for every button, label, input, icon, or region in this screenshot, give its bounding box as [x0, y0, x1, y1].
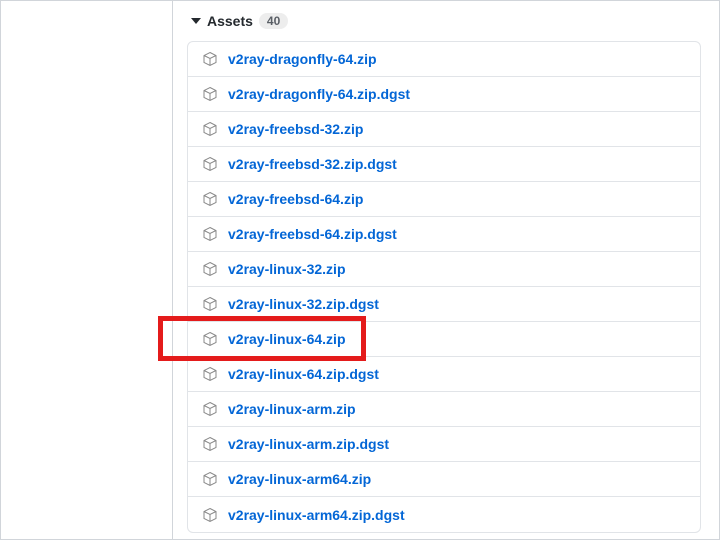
package-icon	[202, 366, 218, 382]
asset-row: v2ray-linux-arm64.zip.dgst	[188, 497, 700, 532]
asset-link[interactable]: v2ray-freebsd-32.zip	[228, 121, 363, 137]
asset-row: v2ray-linux-arm.zip	[188, 392, 700, 427]
package-icon	[202, 401, 218, 417]
assets-list: v2ray-dragonfly-64.zip v2ray-dragonfly-64…	[187, 41, 701, 533]
asset-row: v2ray-freebsd-32.zip.dgst	[188, 147, 700, 182]
package-icon	[202, 226, 218, 242]
asset-row: v2ray-linux-32.zip.dgst	[188, 287, 700, 322]
release-content: Assets 40 v2ray-dragonfly-64.zipv2ray-dr…	[173, 1, 719, 539]
asset-row: v2ray-linux-32.zip	[188, 252, 700, 287]
package-icon	[202, 331, 218, 347]
asset-row: v2ray-freebsd-32.zip	[188, 112, 700, 147]
release-page-frame: Assets 40 v2ray-dragonfly-64.zipv2ray-dr…	[0, 0, 720, 540]
asset-row: v2ray-freebsd-64.zip.dgst	[188, 217, 700, 252]
package-icon	[202, 191, 218, 207]
asset-link[interactable]: v2ray-freebsd-64.zip	[228, 191, 363, 207]
asset-link[interactable]: v2ray-linux-arm64.zip	[228, 471, 371, 487]
package-icon	[202, 471, 218, 487]
asset-row: v2ray-linux-arm.zip.dgst	[188, 427, 700, 462]
asset-link[interactable]: v2ray-linux-arm64.zip.dgst	[228, 507, 405, 523]
asset-link[interactable]: v2ray-freebsd-64.zip.dgst	[228, 226, 397, 242]
package-icon	[202, 296, 218, 312]
asset-link[interactable]: v2ray-linux-64.zip.dgst	[228, 366, 379, 382]
asset-row: v2ray-dragonfly-64.zip	[188, 42, 700, 77]
release-sidebar	[1, 1, 173, 539]
asset-row: v2ray-dragonfly-64.zip.dgst	[188, 77, 700, 112]
asset-link[interactable]: v2ray-linux-arm.zip.dgst	[228, 436, 389, 452]
package-icon	[202, 121, 218, 137]
package-icon	[202, 156, 218, 172]
asset-link[interactable]: v2ray-dragonfly-64.zip	[228, 51, 377, 67]
assets-count-badge: 40	[259, 13, 288, 29]
asset-row: v2ray-linux-64.zip	[188, 322, 700, 357]
asset-link[interactable]: v2ray-linux-32.zip.dgst	[228, 296, 379, 312]
asset-row: v2ray-linux-64.zip.dgst	[188, 357, 700, 392]
package-icon	[202, 507, 218, 523]
asset-link[interactable]: v2ray-linux-arm.zip	[228, 401, 356, 417]
asset-link[interactable]: v2ray-freebsd-32.zip.dgst	[228, 156, 397, 172]
asset-link[interactable]: v2ray-dragonfly-64.zip.dgst	[228, 86, 410, 102]
assets-header-label: Assets	[207, 13, 253, 29]
package-icon	[202, 261, 218, 277]
asset-link[interactable]: v2ray-linux-64.zip	[228, 331, 346, 347]
caret-down-icon	[191, 18, 201, 24]
asset-row: v2ray-linux-arm64.zip	[188, 462, 700, 497]
asset-row: v2ray-freebsd-64.zip	[188, 182, 700, 217]
package-icon	[202, 436, 218, 452]
asset-link[interactable]: v2ray-linux-32.zip	[228, 261, 346, 277]
package-icon	[202, 86, 218, 102]
package-icon	[202, 51, 218, 67]
assets-toggle[interactable]: Assets 40	[187, 13, 701, 29]
